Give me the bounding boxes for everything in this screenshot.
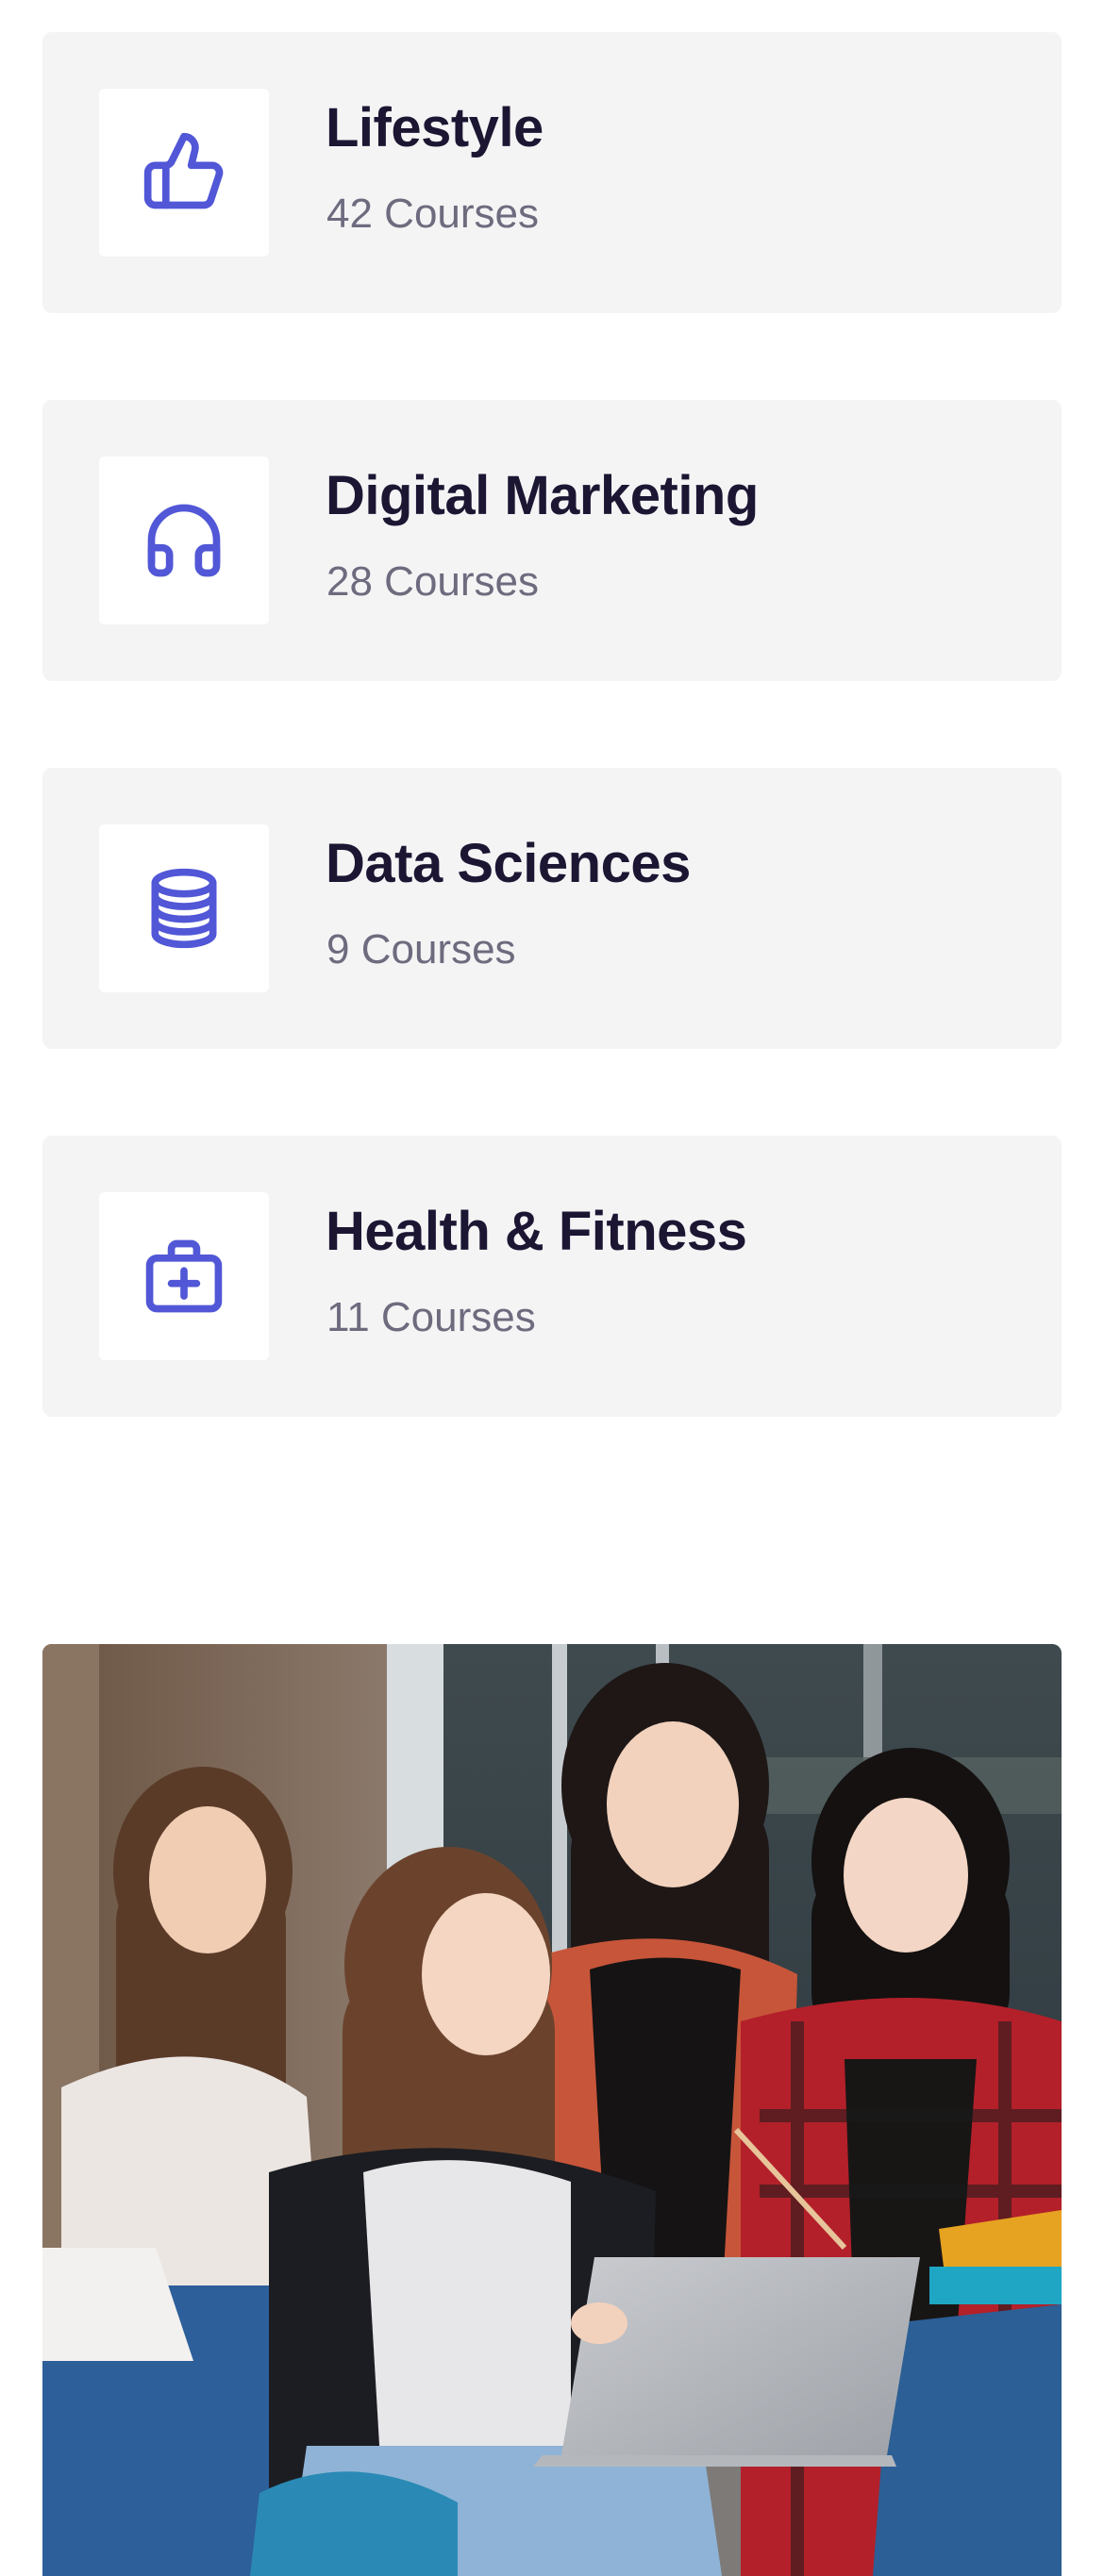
category-course-count: 9 Courses xyxy=(326,926,516,972)
students-illustration xyxy=(42,1644,1062,2576)
category-course-count: 42 Courses xyxy=(326,191,540,237)
category-icon-box xyxy=(99,1192,269,1360)
category-title[interactable]: Lifestyle xyxy=(326,96,544,159)
headphones-icon xyxy=(147,504,221,577)
category-title[interactable]: Digital Marketing xyxy=(326,464,759,527)
category-course-count: 11 Courses xyxy=(326,1294,536,1340)
category-title[interactable]: Data Sciences xyxy=(326,832,691,895)
category-title[interactable]: Health & Fitness xyxy=(326,1200,747,1263)
category-card-lifestyle[interactable]: Lifestyle 42 Courses xyxy=(42,32,1062,313)
first-aid-kit-icon xyxy=(145,1239,223,1313)
category-card-digital-marketing[interactable]: Digital Marketing 28 Courses xyxy=(42,400,1062,681)
category-icon-box xyxy=(99,457,269,624)
database-icon xyxy=(151,868,217,949)
category-course-count: 28 Courses xyxy=(326,558,540,605)
category-card-data-sciences[interactable]: Data Sciences 9 Courses xyxy=(42,768,1062,1049)
students-photo xyxy=(42,1644,1062,2576)
category-icon-box xyxy=(99,824,269,992)
thumbs-up-icon xyxy=(143,132,224,209)
category-card-health-fitness[interactable]: Health & Fitness 11 Courses xyxy=(42,1136,1062,1417)
category-icon-box xyxy=(99,89,269,257)
